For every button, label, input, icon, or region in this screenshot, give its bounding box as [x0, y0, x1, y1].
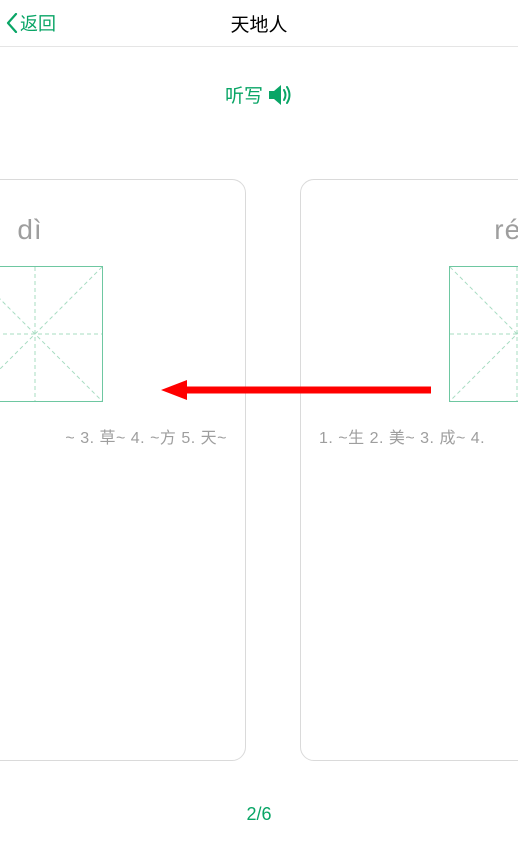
header: 返回 天地人 — [0, 0, 518, 47]
cards-area[interactable]: dì ~ 3. 草~ 4. ~方 5. 天~ rén 1. ~生 2. 美~ 3… — [0, 179, 518, 761]
swipe-left-arrow-icon — [161, 380, 431, 400]
example-words: ~ 3. 草~ 4. ~方 5. 天~ — [0, 424, 245, 448]
page-title: 天地人 — [230, 10, 287, 37]
page-indicator: 2/6 — [0, 804, 518, 825]
character-grid — [0, 266, 103, 402]
chevron-left-icon — [6, 13, 18, 33]
dictation-button[interactable]: 听写 — [0, 81, 518, 108]
character-grid — [449, 266, 518, 402]
speaker-icon — [267, 83, 293, 107]
flashcard-left[interactable]: dì ~ 3. 草~ 4. ~方 5. 天~ — [0, 179, 246, 761]
example-words: 1. ~生 2. 美~ 3. 成~ 4. — [301, 424, 518, 448]
grid-guides-icon — [0, 267, 102, 401]
back-button[interactable]: 返回 — [0, 10, 56, 36]
back-label: 返回 — [20, 10, 56, 36]
pinyin-label: dì — [0, 214, 245, 246]
flashcard-right[interactable]: rén 1. ~生 2. 美~ 3. 成~ 4. — [300, 179, 518, 761]
dictation-label: 听写 — [225, 81, 263, 108]
grid-guides-icon — [450, 267, 518, 401]
pinyin-label: rén — [301, 214, 518, 246]
